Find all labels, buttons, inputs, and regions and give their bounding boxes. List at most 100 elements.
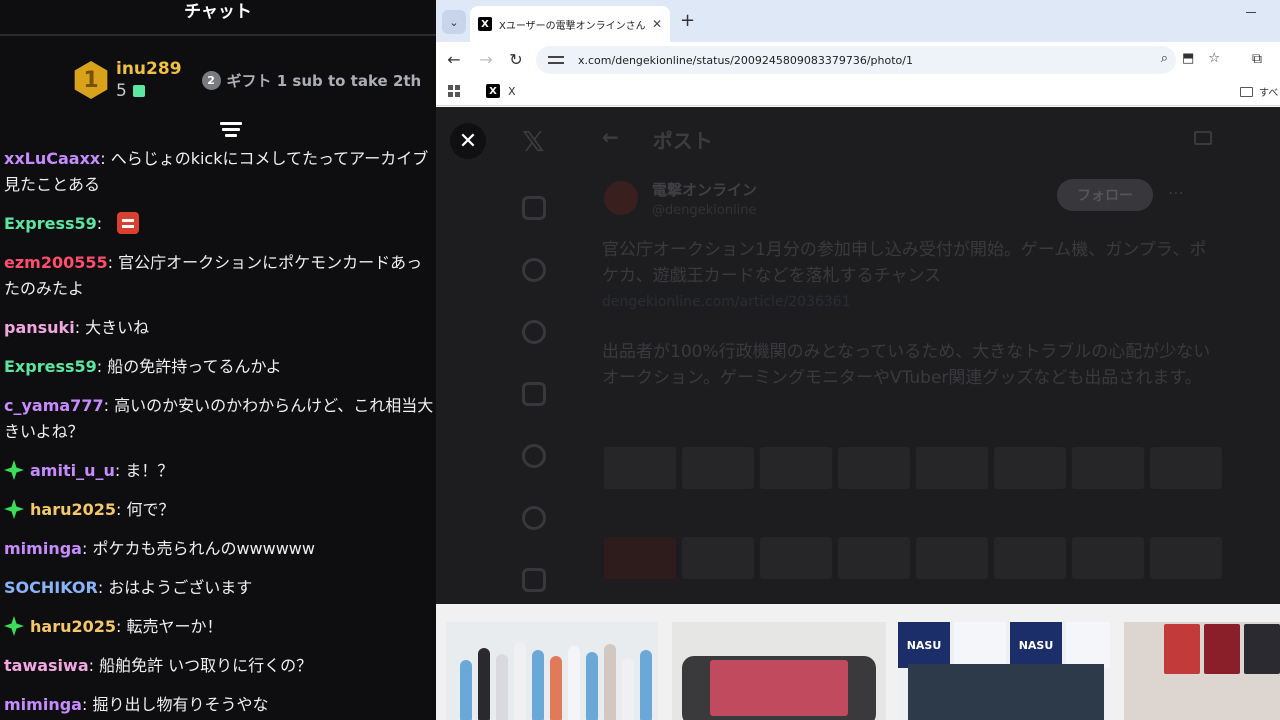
chat-username[interactable]: tawasiwa	[4, 656, 89, 675]
chat-colon: :	[96, 214, 108, 233]
chat-username[interactable]: haru2025	[30, 617, 116, 636]
chat-message: haru2025: 何で？	[4, 497, 436, 523]
photo-game-cases[interactable]	[1124, 622, 1280, 720]
media-thumb[interactable]	[760, 537, 832, 579]
chat-message: miminga: ポケカも売られんのwwwwww	[4, 536, 436, 562]
post-author[interactable]: 電撃オンライン	[652, 179, 757, 200]
chat-message: xxLuCaaxx: へらじょのkickにコメしてたってアーカイブ見たことある	[4, 146, 436, 198]
chat-message: pansuki: 大きいね	[4, 315, 436, 341]
photo-game-console[interactable]	[672, 622, 886, 720]
extensions-icon[interactable]: ⧉	[1252, 51, 1262, 67]
tab-active[interactable]: X Xユーザーの電撃オンラインさん:「官 ✕	[470, 6, 670, 42]
chat-username[interactable]: c_yama777	[4, 396, 104, 415]
follow-button[interactable]: フォロー	[1057, 179, 1153, 211]
messages-icon[interactable]	[522, 382, 546, 406]
chat-username[interactable]: ezm200555	[4, 253, 108, 272]
post-body-1: 官公庁オークション1月分の参加申し込み受付が開始。ゲーム機、ガンプラ、ポケカ、遊…	[602, 240, 1207, 286]
explore-icon[interactable]	[522, 258, 546, 282]
new-tab-icon[interactable]: +	[680, 10, 695, 31]
chat-message-text: おはようございます	[108, 578, 253, 597]
chat-username[interactable]: Express59	[4, 214, 97, 233]
media-thumb[interactable]	[1150, 447, 1222, 489]
x-photo-viewer: ✕ 𝕏 ← ポスト 電撃オンライン @dengekionline フォロー ⋯	[436, 107, 1280, 604]
bookmark-star-icon[interactable]: ☆	[1208, 51, 1220, 66]
x-sidebar: 𝕏	[522, 125, 550, 592]
grok-icon[interactable]	[522, 444, 546, 468]
chat-username[interactable]: xxLuCaaxx	[4, 149, 100, 168]
all-bookmarks[interactable]: すべ	[1240, 84, 1278, 99]
chat-username[interactable]: Express59	[4, 357, 97, 376]
media-thumb[interactable]	[994, 537, 1066, 579]
reader-mode-icon[interactable]	[1194, 131, 1212, 145]
chat-username[interactable]: pansuki	[4, 318, 75, 337]
media-thumb[interactable]	[916, 447, 988, 489]
chat-username[interactable]: miminga	[4, 539, 82, 558]
media-thumb[interactable]	[604, 447, 676, 489]
gift-count-value: 5	[116, 81, 127, 101]
bookmarks-bar: X X すべ	[436, 78, 1280, 106]
chat-message: miminga: 掘り出し物有りそうやな	[4, 692, 436, 718]
photo-nasu-ship-model[interactable]: NASU NASU	[898, 622, 1110, 720]
tab-strip: ⌄ X Xユーザーの電撃オンラインさん:「官 ✕ +	[436, 0, 1280, 42]
post-link[interactable]: dengekionline.com/article/2036361	[602, 289, 1212, 315]
post-handle: @dengekionline	[652, 203, 757, 218]
url-text: x.com/dengekionline/status/2009245809083…	[578, 53, 913, 67]
minimize-window-icon[interactable]	[1246, 12, 1256, 13]
gift-next-rank: 2 ギフト 1 sub to take 2th	[201, 70, 421, 91]
zoom-icon[interactable]: ⌕	[1161, 51, 1168, 66]
chat-message-text: 何で？	[126, 500, 175, 519]
omnibox-actions: ⌕ ⬒ ☆	[1161, 51, 1220, 66]
post-back-icon[interactable]: ←	[602, 125, 619, 154]
chat-message-text: 掘り出し物有りそうやな	[92, 695, 269, 714]
nasu-card: NASU	[898, 622, 950, 668]
site-info-icon[interactable]	[548, 54, 564, 66]
media-thumb[interactable]	[838, 537, 910, 579]
address-bar[interactable]: x.com/dengekionline/status/2009245809083…	[536, 46, 1176, 74]
x-icon: X	[478, 17, 492, 31]
close-tab-icon[interactable]: ✕	[652, 17, 662, 31]
close-viewer-icon[interactable]: ✕	[450, 123, 486, 159]
chat-username[interactable]: haru2025	[30, 500, 116, 519]
sparkle-badge-icon	[4, 460, 24, 480]
reload-icon[interactable]: ↻	[506, 50, 526, 69]
notifications-icon[interactable]	[522, 320, 546, 344]
media-thumb[interactable]	[1072, 537, 1144, 579]
photo-figures[interactable]	[446, 622, 658, 720]
x-icon: X	[486, 84, 500, 98]
x-logo-icon[interactable]: 𝕏	[522, 125, 550, 158]
verified-icon[interactable]	[522, 506, 546, 530]
bookmark-x[interactable]: X X	[486, 84, 516, 98]
post-header-title: ポスト	[652, 129, 713, 153]
top-gifter-count: 5	[116, 80, 182, 102]
media-thumb[interactable]	[994, 447, 1066, 489]
browser-toolbar: ← → ↻ x.com/dengekionline/status/2009245…	[436, 42, 1280, 78]
more-options-icon[interactable]: ⋯	[1168, 183, 1184, 202]
media-thumb[interactable]	[604, 537, 676, 579]
media-thumb[interactable]	[1150, 537, 1222, 579]
gift-leaderboard: 1 inu289 5 2 ギフト 1 sub to take 2th	[72, 52, 421, 108]
chat-title: チャット	[0, 0, 436, 36]
media-thumb[interactable]	[916, 537, 988, 579]
apps-grid-icon[interactable]	[448, 85, 460, 97]
avatar[interactable]	[604, 181, 638, 215]
install-app-icon[interactable]: ⬒	[1182, 51, 1194, 66]
tab-search-chevron-icon[interactable]: ⌄	[442, 10, 466, 34]
pinned-filter-icon[interactable]	[220, 122, 242, 140]
chat-username[interactable]: SOCHIKOR	[4, 578, 98, 597]
chat-username[interactable]: miminga	[4, 695, 82, 714]
home-icon[interactable]	[522, 196, 546, 220]
gold-rank-badge-icon: 1	[74, 61, 108, 99]
chat-username[interactable]: amiti_u_u	[30, 461, 115, 480]
media-thumb[interactable]	[682, 447, 754, 489]
top-gifter[interactable]: inu289 5	[116, 58, 182, 102]
media-thumb[interactable]	[760, 447, 832, 489]
media-thumb[interactable]	[682, 537, 754, 579]
media-thumb[interactable]	[1072, 447, 1144, 489]
bookmarks-icon[interactable]	[522, 568, 546, 592]
chat-message-text: 船舶免許 いつ取りに行くの？	[99, 656, 313, 675]
chat-colon: :	[97, 578, 109, 597]
forward-icon[interactable]: →	[476, 50, 496, 69]
back-icon[interactable]: ←	[444, 50, 464, 69]
chat-message: SOCHIKOR: おはようございます	[4, 575, 436, 601]
media-thumb[interactable]	[838, 447, 910, 489]
